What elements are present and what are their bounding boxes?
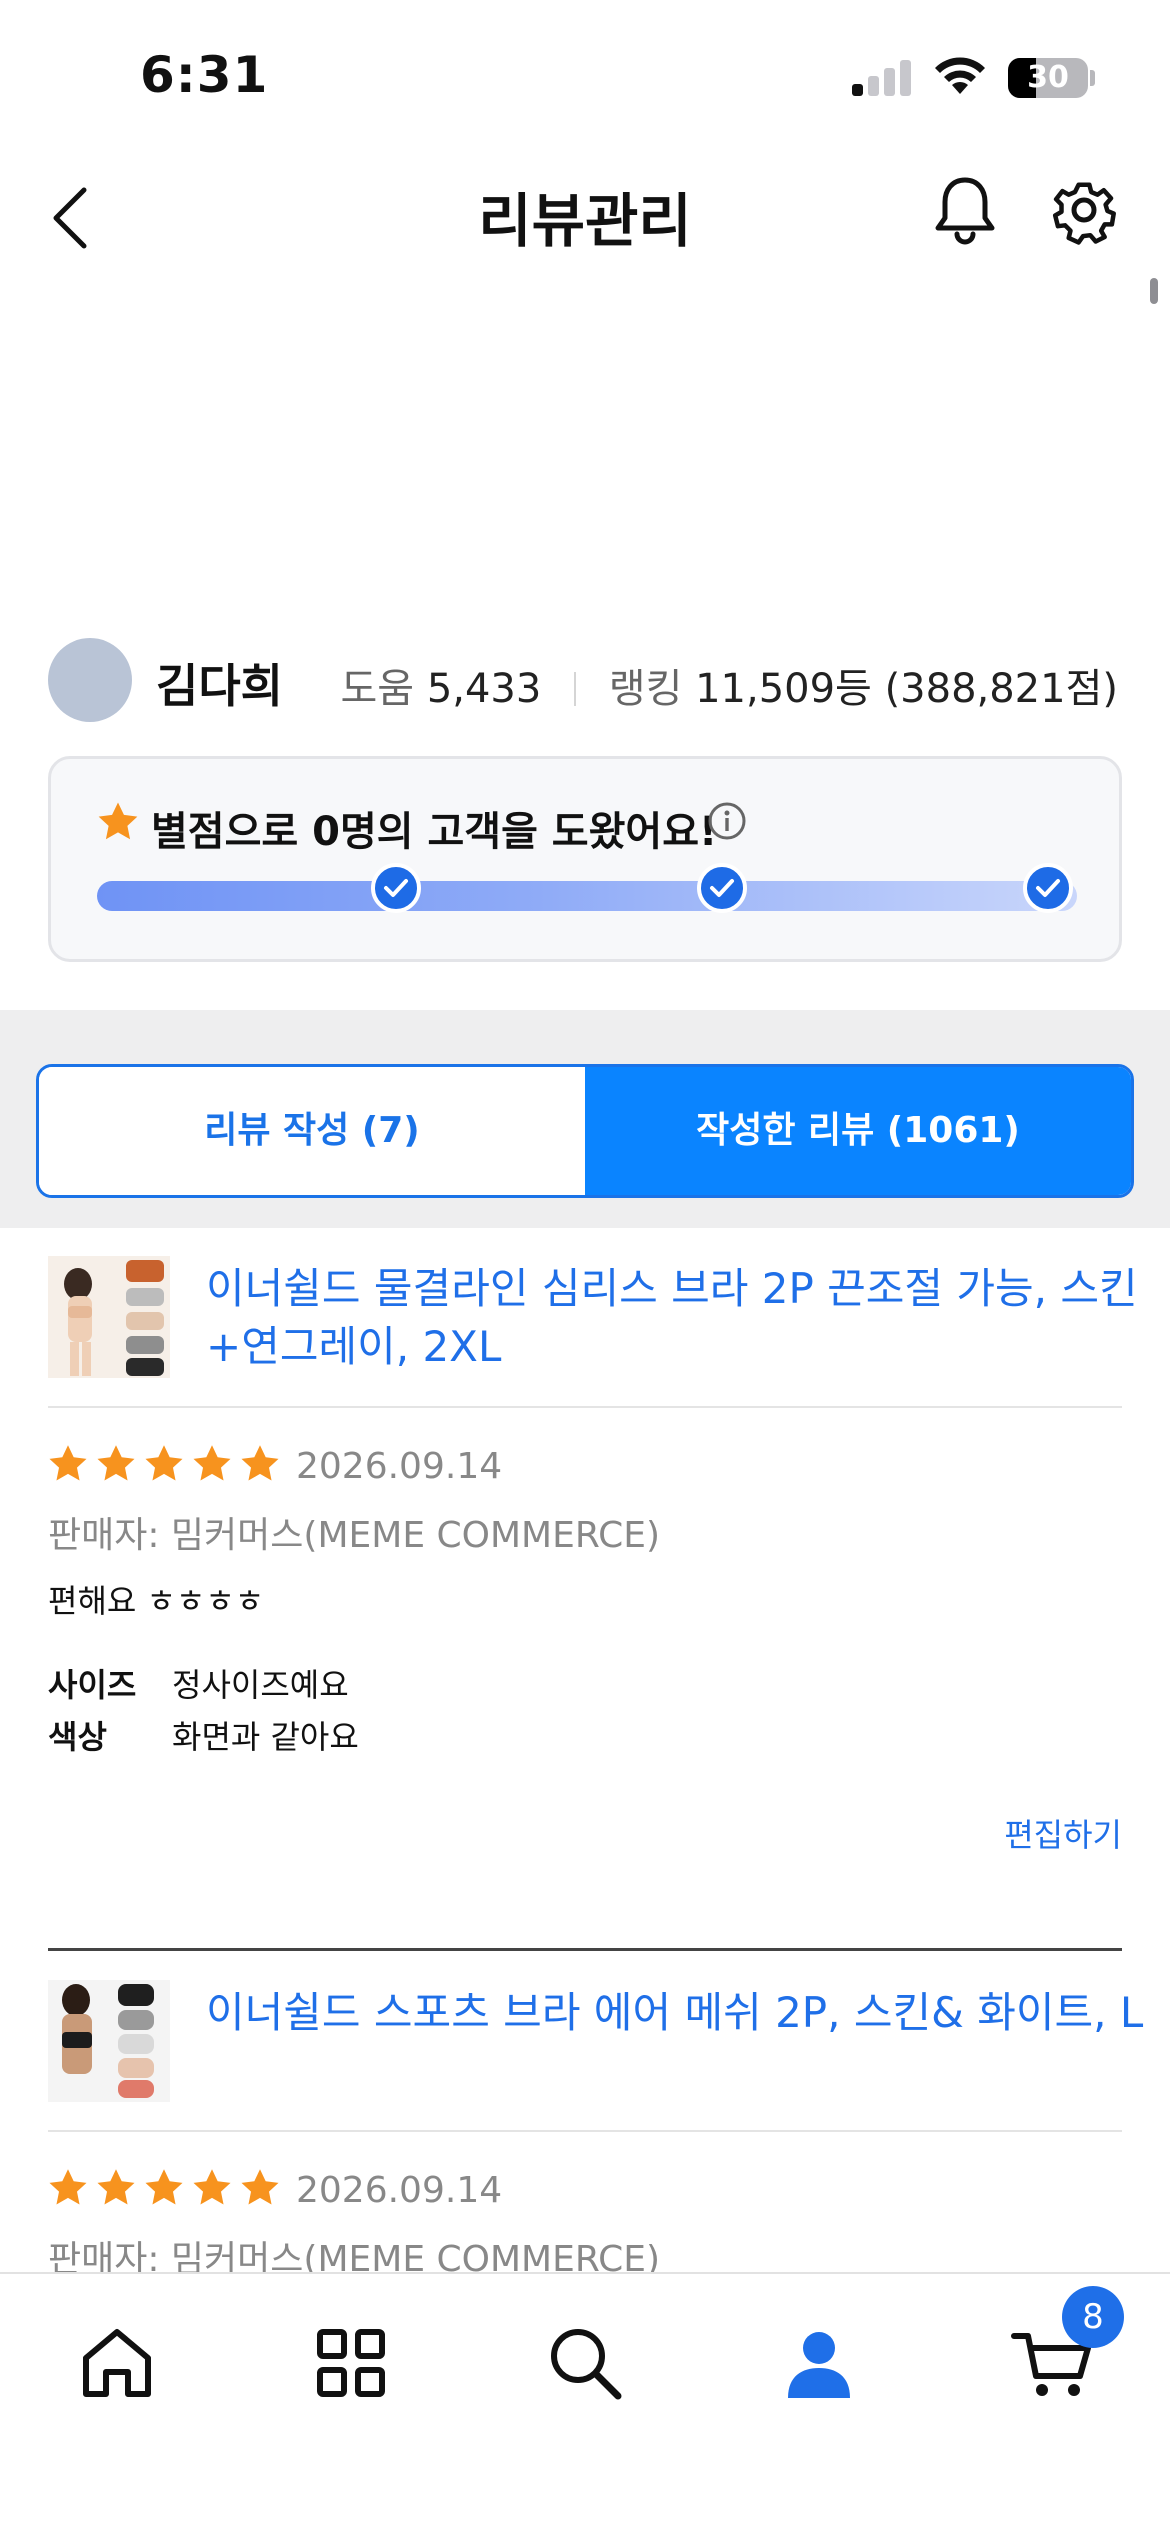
stats-divider bbox=[574, 672, 577, 706]
user-stats: 도움 5,433 랭킹 11,509등 (388,821점) bbox=[340, 656, 1118, 714]
review-separator bbox=[48, 1948, 1122, 1951]
navigation-bar: 리뷰관리 bbox=[0, 150, 1170, 280]
star-icon bbox=[49, 1445, 87, 1481]
review-date: 2026.09.14 bbox=[296, 2170, 503, 2211]
review-attribute: 색상 화면과 같아요 bbox=[48, 1712, 359, 1758]
star-icon bbox=[145, 1445, 183, 1481]
help-message: 별점으로 0명의 고객을 도왔어요! bbox=[151, 809, 718, 855]
gear-icon[interactable] bbox=[1048, 170, 1120, 250]
battery-icon: 30 bbox=[1008, 58, 1088, 98]
status-bar: 6:31 30 bbox=[0, 0, 1170, 150]
checkpoint-check-icon bbox=[697, 863, 747, 913]
cart-count-badge: 8 bbox=[1062, 2286, 1124, 2348]
search-icon[interactable] bbox=[540, 2318, 630, 2408]
cellular-signal-icon bbox=[852, 60, 912, 96]
star-icon bbox=[241, 1445, 279, 1481]
help-count-label: 도움 bbox=[340, 666, 415, 712]
attribute-value: 정사이즈예요 bbox=[172, 1666, 349, 1704]
review-date: 2026.09.14 bbox=[296, 1446, 503, 1487]
star-icon bbox=[241, 2169, 279, 2205]
product-title[interactable]: 이너쉴드 스포츠 브라 에어 메쉬 2P, 스킨& 화이트, L bbox=[206, 1984, 1146, 2042]
divider bbox=[48, 1406, 1122, 1408]
scroll-indicator[interactable] bbox=[1150, 278, 1158, 304]
help-progress-card: 별점으로 0명의 고객을 도왔어요! bbox=[48, 756, 1122, 962]
help-progress-bar bbox=[97, 863, 1077, 913]
user-name: 김다희 bbox=[156, 659, 283, 713]
checkpoint-check-icon bbox=[1023, 863, 1073, 913]
divider bbox=[48, 2130, 1122, 2132]
star-rating bbox=[46, 2166, 282, 2210]
star-icon bbox=[98, 802, 138, 840]
attribute-label: 사이즈 bbox=[48, 1666, 137, 1704]
product-thumbnail[interactable] bbox=[48, 1256, 170, 1378]
rank-label: 랭킹 bbox=[608, 666, 683, 712]
product-thumbnail[interactable] bbox=[48, 1980, 170, 2102]
attribute-label: 색상 bbox=[48, 1718, 107, 1756]
checkpoint-check-icon bbox=[371, 863, 421, 913]
star-rating bbox=[46, 1442, 282, 1486]
my-page-icon[interactable] bbox=[774, 2318, 864, 2408]
help-count-value: 5,433 bbox=[426, 666, 542, 712]
bell-icon[interactable] bbox=[930, 170, 1000, 250]
star-icon bbox=[49, 2169, 87, 2205]
profile-summary: 김다희 도움 5,433 랭킹 11,509등 (388,821점) bbox=[0, 620, 1170, 740]
star-icon bbox=[97, 2169, 135, 2205]
review-tabs: 리뷰 작성 (7) 작성한 리뷰 (1061) bbox=[36, 1064, 1134, 1198]
tab-write-review[interactable]: 리뷰 작성 (7) bbox=[39, 1067, 585, 1195]
seller-name: 판매자: 밈커머스(MEME COMMERCE) bbox=[48, 1515, 661, 1556]
product-title[interactable]: 이너쉴드 물결라인 심리스 브라 2P 끈조절 가능, 스킨+연그레이, 2XL bbox=[206, 1260, 1146, 1376]
status-time: 6:31 bbox=[140, 46, 269, 104]
star-icon bbox=[145, 2169, 183, 2205]
home-icon[interactable] bbox=[72, 2318, 162, 2408]
battery-nub bbox=[1090, 70, 1095, 86]
star-icon bbox=[193, 1445, 231, 1481]
edit-review-button[interactable]: 편집하기 bbox=[1004, 1810, 1122, 1856]
bottom-tab-bar bbox=[0, 2272, 1170, 2532]
info-icon[interactable] bbox=[707, 801, 747, 841]
attribute-value: 화면과 같아요 bbox=[172, 1718, 359, 1756]
avatar[interactable] bbox=[48, 638, 132, 722]
star-icon bbox=[97, 1445, 135, 1481]
wifi-icon bbox=[935, 57, 985, 94]
star-icon bbox=[193, 2169, 231, 2205]
battery-level: 30 bbox=[1027, 60, 1069, 95]
category-icon[interactable] bbox=[306, 2318, 396, 2408]
review-attribute: 사이즈 정사이즈예요 bbox=[48, 1660, 349, 1706]
tab-written-reviews[interactable]: 작성한 리뷰 (1061) bbox=[585, 1067, 1131, 1195]
rank-value: 11,509등 (388,821점) bbox=[695, 666, 1118, 712]
review-text: 편해요 ㅎㅎㅎㅎ bbox=[48, 1582, 265, 1620]
